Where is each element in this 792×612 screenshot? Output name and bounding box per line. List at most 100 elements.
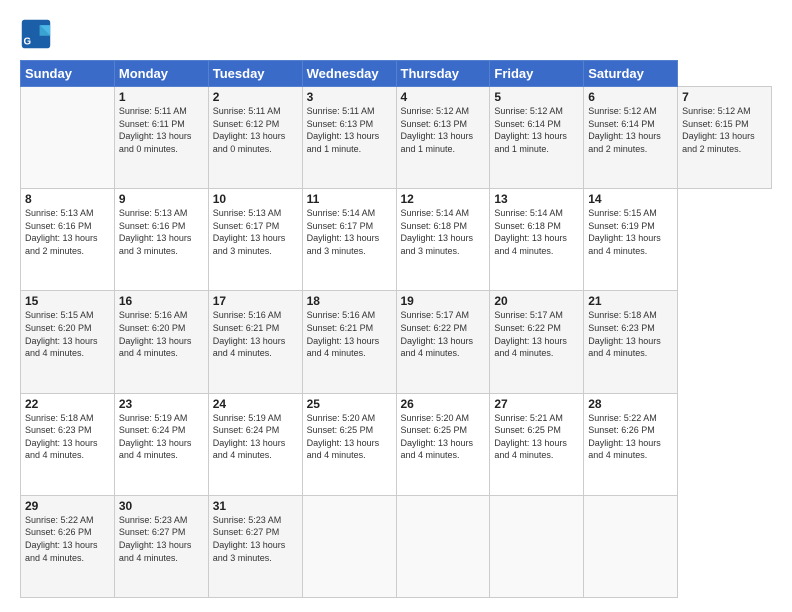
day-info: Sunrise: 5:17 AM Sunset: 6:22 PM Dayligh…	[494, 309, 579, 359]
day-info: Sunrise: 5:19 AM Sunset: 6:24 PM Dayligh…	[213, 412, 298, 462]
calendar-day-25: 25 Sunrise: 5:20 AM Sunset: 6:25 PM Dayl…	[302, 393, 396, 495]
day-info: Sunrise: 5:23 AM Sunset: 6:27 PM Dayligh…	[213, 514, 298, 564]
header: G	[20, 18, 772, 50]
day-info: Sunrise: 5:20 AM Sunset: 6:25 PM Dayligh…	[307, 412, 392, 462]
calendar-day-23: 23 Sunrise: 5:19 AM Sunset: 6:24 PM Dayl…	[114, 393, 208, 495]
day-number: 31	[213, 499, 298, 513]
calendar-day-16: 16 Sunrise: 5:16 AM Sunset: 6:20 PM Dayl…	[114, 291, 208, 393]
empty-cell	[490, 495, 584, 597]
empty-cell	[302, 495, 396, 597]
day-info: Sunrise: 5:16 AM Sunset: 6:21 PM Dayligh…	[213, 309, 298, 359]
day-info: Sunrise: 5:19 AM Sunset: 6:24 PM Dayligh…	[119, 412, 204, 462]
calendar-day-27: 27 Sunrise: 5:21 AM Sunset: 6:25 PM Dayl…	[490, 393, 584, 495]
calendar-day-13: 13 Sunrise: 5:14 AM Sunset: 6:18 PM Dayl…	[490, 189, 584, 291]
calendar-day-30: 30 Sunrise: 5:23 AM Sunset: 6:27 PM Dayl…	[114, 495, 208, 597]
calendar-week-0: 1 Sunrise: 5:11 AM Sunset: 6:11 PM Dayli…	[21, 87, 772, 189]
day-number: 27	[494, 397, 579, 411]
day-number: 24	[213, 397, 298, 411]
day-info: Sunrise: 5:13 AM Sunset: 6:16 PM Dayligh…	[25, 207, 110, 257]
day-info: Sunrise: 5:14 AM Sunset: 6:18 PM Dayligh…	[494, 207, 579, 257]
calendar-day-17: 17 Sunrise: 5:16 AM Sunset: 6:21 PM Dayl…	[208, 291, 302, 393]
day-number: 28	[588, 397, 673, 411]
day-number: 3	[307, 90, 392, 104]
day-info: Sunrise: 5:21 AM Sunset: 6:25 PM Dayligh…	[494, 412, 579, 462]
day-number: 12	[401, 192, 486, 206]
calendar-day-18: 18 Sunrise: 5:16 AM Sunset: 6:21 PM Dayl…	[302, 291, 396, 393]
calendar-day-11: 11 Sunrise: 5:14 AM Sunset: 6:17 PM Dayl…	[302, 189, 396, 291]
calendar-day-9: 9 Sunrise: 5:13 AM Sunset: 6:16 PM Dayli…	[114, 189, 208, 291]
day-info: Sunrise: 5:20 AM Sunset: 6:25 PM Dayligh…	[401, 412, 486, 462]
day-header-monday: Monday	[114, 61, 208, 87]
day-number: 14	[588, 192, 673, 206]
day-number: 29	[25, 499, 110, 513]
day-header-friday: Friday	[490, 61, 584, 87]
day-info: Sunrise: 5:22 AM Sunset: 6:26 PM Dayligh…	[588, 412, 673, 462]
day-info: Sunrise: 5:13 AM Sunset: 6:17 PM Dayligh…	[213, 207, 298, 257]
day-number: 6	[588, 90, 673, 104]
day-info: Sunrise: 5:14 AM Sunset: 6:18 PM Dayligh…	[401, 207, 486, 257]
day-info: Sunrise: 5:11 AM Sunset: 6:12 PM Dayligh…	[213, 105, 298, 155]
calendar-day-19: 19 Sunrise: 5:17 AM Sunset: 6:22 PM Dayl…	[396, 291, 490, 393]
day-info: Sunrise: 5:13 AM Sunset: 6:16 PM Dayligh…	[119, 207, 204, 257]
day-header-wednesday: Wednesday	[302, 61, 396, 87]
day-header-sunday: Sunday	[21, 61, 115, 87]
calendar-day-12: 12 Sunrise: 5:14 AM Sunset: 6:18 PM Dayl…	[396, 189, 490, 291]
day-number: 13	[494, 192, 579, 206]
logo: G	[20, 18, 56, 50]
svg-text:G: G	[24, 37, 32, 48]
day-header-thursday: Thursday	[396, 61, 490, 87]
day-info: Sunrise: 5:16 AM Sunset: 6:20 PM Dayligh…	[119, 309, 204, 359]
day-number: 18	[307, 294, 392, 308]
logo-icon: G	[20, 18, 52, 50]
calendar-day-4: 4 Sunrise: 5:12 AM Sunset: 6:13 PM Dayli…	[396, 87, 490, 189]
calendar-week-3: 22 Sunrise: 5:18 AM Sunset: 6:23 PM Dayl…	[21, 393, 772, 495]
day-info: Sunrise: 5:23 AM Sunset: 6:27 PM Dayligh…	[119, 514, 204, 564]
calendar-day-15: 15 Sunrise: 5:15 AM Sunset: 6:20 PM Dayl…	[21, 291, 115, 393]
day-number: 10	[213, 192, 298, 206]
day-number: 19	[401, 294, 486, 308]
calendar-week-2: 15 Sunrise: 5:15 AM Sunset: 6:20 PM Dayl…	[21, 291, 772, 393]
calendar-day-28: 28 Sunrise: 5:22 AM Sunset: 6:26 PM Dayl…	[584, 393, 678, 495]
day-number: 23	[119, 397, 204, 411]
day-number: 2	[213, 90, 298, 104]
calendar-day-8: 8 Sunrise: 5:13 AM Sunset: 6:16 PM Dayli…	[21, 189, 115, 291]
day-number: 15	[25, 294, 110, 308]
calendar-header-row: SundayMondayTuesdayWednesdayThursdayFrid…	[21, 61, 772, 87]
day-number: 21	[588, 294, 673, 308]
day-number: 25	[307, 397, 392, 411]
calendar-day-24: 24 Sunrise: 5:19 AM Sunset: 6:24 PM Dayl…	[208, 393, 302, 495]
day-info: Sunrise: 5:22 AM Sunset: 6:26 PM Dayligh…	[25, 514, 110, 564]
day-header-tuesday: Tuesday	[208, 61, 302, 87]
day-info: Sunrise: 5:16 AM Sunset: 6:21 PM Dayligh…	[307, 309, 392, 359]
empty-cell	[21, 87, 115, 189]
calendar-day-3: 3 Sunrise: 5:11 AM Sunset: 6:13 PM Dayli…	[302, 87, 396, 189]
day-info: Sunrise: 5:18 AM Sunset: 6:23 PM Dayligh…	[25, 412, 110, 462]
day-number: 1	[119, 90, 204, 104]
day-number: 5	[494, 90, 579, 104]
calendar-day-22: 22 Sunrise: 5:18 AM Sunset: 6:23 PM Dayl…	[21, 393, 115, 495]
calendar-day-31: 31 Sunrise: 5:23 AM Sunset: 6:27 PM Dayl…	[208, 495, 302, 597]
page: G SundayMondayTuesdayWednesdayThursdayFr…	[0, 0, 792, 612]
day-info: Sunrise: 5:12 AM Sunset: 6:14 PM Dayligh…	[588, 105, 673, 155]
calendar-day-21: 21 Sunrise: 5:18 AM Sunset: 6:23 PM Dayl…	[584, 291, 678, 393]
calendar-day-26: 26 Sunrise: 5:20 AM Sunset: 6:25 PM Dayl…	[396, 393, 490, 495]
day-number: 4	[401, 90, 486, 104]
day-number: 26	[401, 397, 486, 411]
day-number: 11	[307, 192, 392, 206]
day-info: Sunrise: 5:15 AM Sunset: 6:19 PM Dayligh…	[588, 207, 673, 257]
calendar-week-4: 29 Sunrise: 5:22 AM Sunset: 6:26 PM Dayl…	[21, 495, 772, 597]
day-number: 9	[119, 192, 204, 206]
calendar-day-29: 29 Sunrise: 5:22 AM Sunset: 6:26 PM Dayl…	[21, 495, 115, 597]
day-number: 7	[682, 90, 767, 104]
empty-cell	[584, 495, 678, 597]
day-number: 20	[494, 294, 579, 308]
calendar-day-6: 6 Sunrise: 5:12 AM Sunset: 6:14 PM Dayli…	[584, 87, 678, 189]
calendar-table: SundayMondayTuesdayWednesdayThursdayFrid…	[20, 60, 772, 598]
day-info: Sunrise: 5:12 AM Sunset: 6:13 PM Dayligh…	[401, 105, 486, 155]
calendar-day-14: 14 Sunrise: 5:15 AM Sunset: 6:19 PM Dayl…	[584, 189, 678, 291]
day-info: Sunrise: 5:12 AM Sunset: 6:15 PM Dayligh…	[682, 105, 767, 155]
day-number: 16	[119, 294, 204, 308]
day-info: Sunrise: 5:11 AM Sunset: 6:13 PM Dayligh…	[307, 105, 392, 155]
calendar-day-1: 1 Sunrise: 5:11 AM Sunset: 6:11 PM Dayli…	[114, 87, 208, 189]
day-info: Sunrise: 5:17 AM Sunset: 6:22 PM Dayligh…	[401, 309, 486, 359]
